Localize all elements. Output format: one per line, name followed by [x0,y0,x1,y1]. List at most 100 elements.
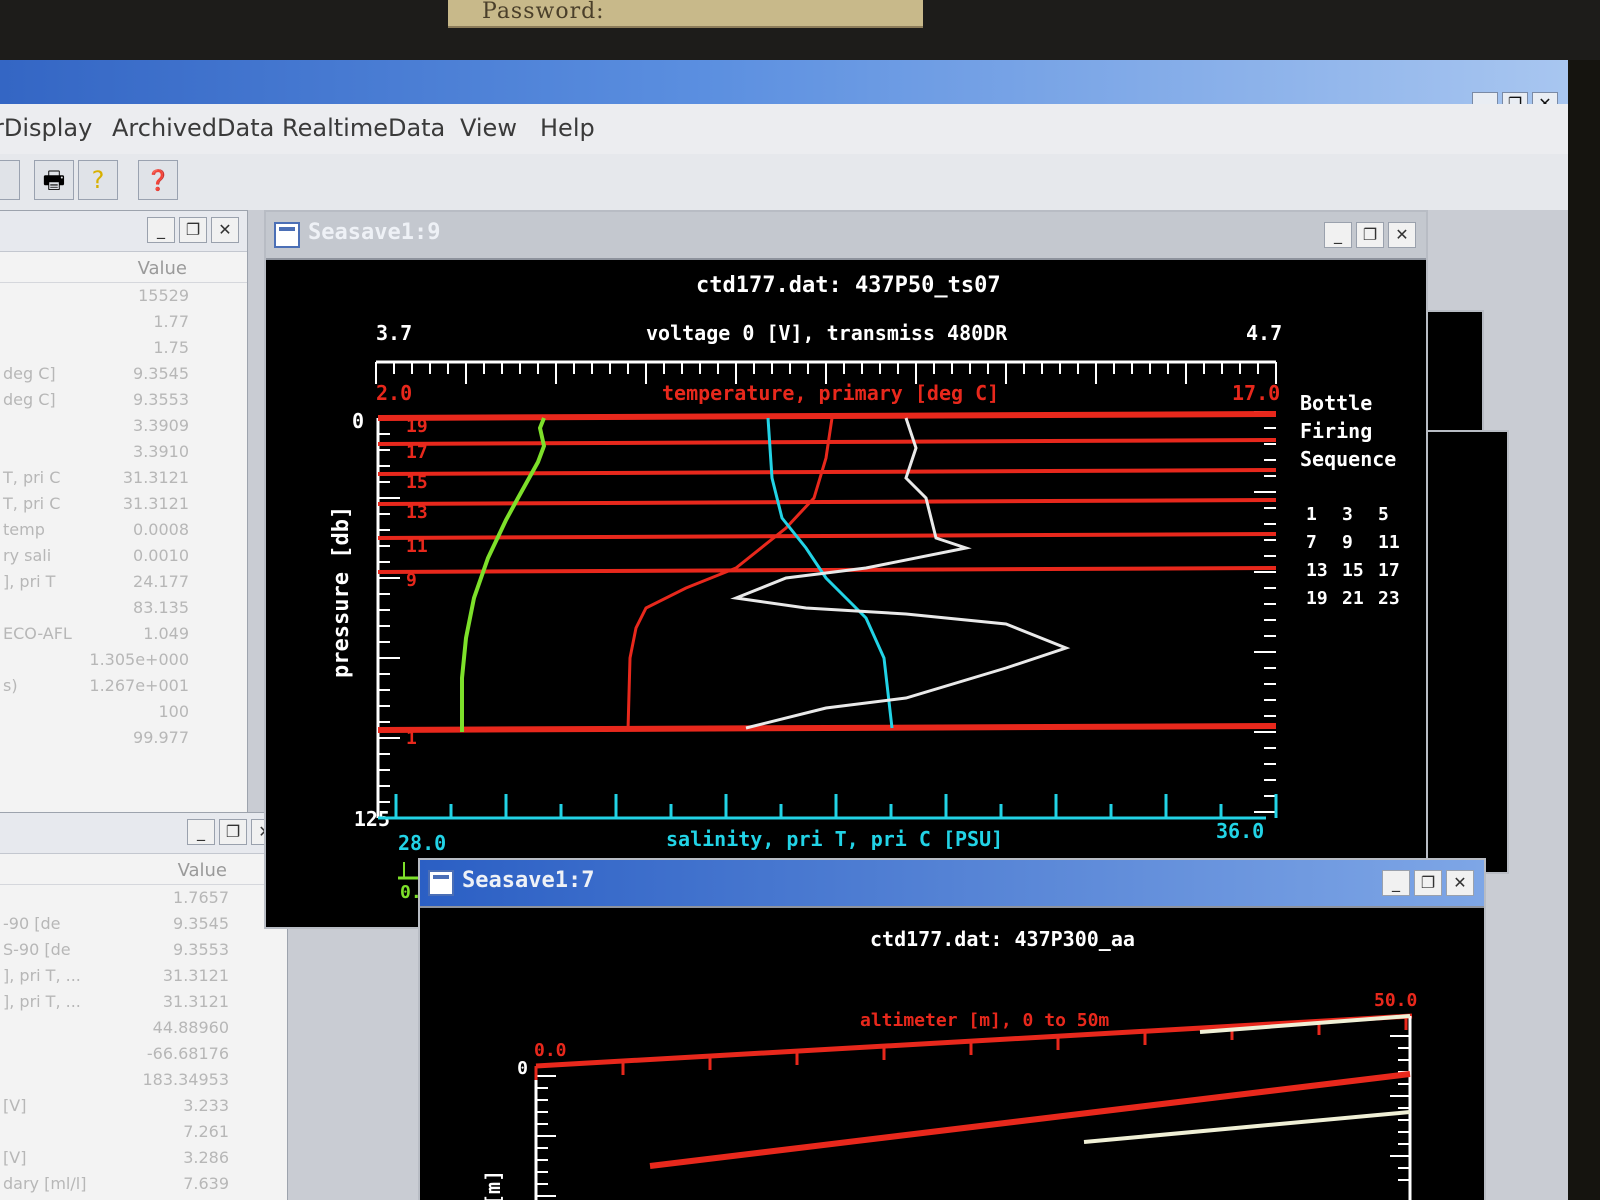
bottle-firing-line [377,532,1277,540]
plot-window-titlebar: Seasave1:9 _ ❐ ✕ [266,212,1426,260]
parameter-label: temp [3,520,45,539]
parameter-value: 1.049 [143,624,189,643]
list-item[interactable]: temp 0.0008 [0,517,247,543]
plot-minimize-button[interactable]: _ [1324,222,1352,248]
open-icon[interactable] [0,160,20,200]
menu-view[interactable]: View [460,114,517,142]
list-item[interactable]: 83.135 [0,595,247,621]
list-item[interactable]: 183.34953 [0,1067,287,1093]
list-item[interactable]: 1.75 [0,335,247,361]
parameter-label: [V] [3,1148,27,1167]
list-item[interactable]: [V] 3.233 [0,1093,287,1119]
altimeter-axis-label: altimeter [m], 0 to 50m [860,1010,1109,1031]
bottle-label: 9 [406,570,417,591]
bottle-legend-number: 7 [1306,532,1317,553]
list-item[interactable]: 3.3909 [0,413,247,439]
list-item[interactable]: ], pri T, ... 31.3121 [0,963,287,989]
parameter-value: 31.3121 [162,992,229,1011]
parameter-value: 1.267e+001 [89,676,189,695]
bottle-legend-number: 15 [1342,560,1364,581]
parameter-label: ], pri T [3,572,56,591]
y-axis-min: 0 [352,409,364,433]
list-item[interactable]: ry sali 0.0010 [0,543,247,569]
menu-archived-data[interactable]: ArchivedData [112,114,274,142]
y-axis-label: [m] [481,1170,505,1200]
menu-realtime-data[interactable]: RealtimeData [282,114,445,142]
context-help-icon[interactable]: ❓ [138,160,178,200]
plot-window-titlebar: Seasave1:7 _ ❐ ✕ [420,860,1484,908]
list-item[interactable]: 1.305e+000 [0,647,247,673]
panel-restore-button[interactable]: ❐ [179,217,207,243]
list-item[interactable]: 100 [0,699,247,725]
bottle-legend-number: 17 [1378,560,1400,581]
list-item[interactable]: 7.261 [0,1119,287,1145]
bottle-legend-number: 9 [1342,532,1353,553]
list-item[interactable]: 1.77 [0,309,247,335]
list-item[interactable]: 1.7657 [0,885,287,911]
parameter-value: 3.233 [183,1096,229,1115]
list-item[interactable]: ], pri T, ... 31.3121 [0,989,287,1015]
parameter-value: 1.7657 [173,888,229,907]
list-item[interactable]: deg C] 9.3545 [0,361,247,387]
top-axis-label: voltage 0 [V], transmiss 480DR [646,321,1008,345]
list-item[interactable]: dary [ml/l] 7.639 [0,1171,287,1197]
axis-ticks [534,1016,1410,1197]
list-item[interactable]: -66.68176 [0,1041,287,1067]
menu-help[interactable]: Help [540,114,595,142]
list-item[interactable]: 99.977 [0,725,247,751]
panel-minimize-button[interactable]: _ [187,819,215,845]
altimeter-axis-max: 50.0 [1374,990,1417,1011]
plot-minimize-button[interactable]: _ [1382,870,1410,896]
list-item[interactable]: deg C] 9.3553 [0,387,247,413]
bottle-legend-numbers: 1 3 57 9 1113 15 1719 21 23 [1306,504,1400,609]
panel-minimize-button[interactable]: _ [147,217,175,243]
bottle-legend-number: 3 [1342,504,1353,525]
print-icon[interactable]: 🖶 [34,160,74,200]
panel-close-button[interactable]: ✕ [211,217,239,243]
list-item[interactable]: 15529 [0,283,247,309]
parameter-value: 99.977 [133,728,189,747]
bottle-legend-title-1: Bottle [1300,391,1372,415]
bottle-legend-number: 19 [1306,588,1328,609]
list-item[interactable]: T, pri C 31.3121 [0,491,247,517]
bottle-label: 11 [406,536,428,557]
bottle-firing-line [377,468,1277,476]
parameter-value: 31.3121 [122,468,189,487]
sticky-note-text: Password: [482,0,605,24]
list-item[interactable]: S-90 [de 9.3553 [0,937,287,963]
help-icon[interactable]: ? [78,160,118,200]
parameter-value: 0.0008 [133,520,189,539]
parameter-value: 31.3121 [162,966,229,985]
plot-close-button[interactable]: ✕ [1388,222,1416,248]
plot-restore-button[interactable]: ❐ [1414,870,1442,896]
list-item[interactable]: 3.3910 [0,439,247,465]
panel-restore-button[interactable]: ❐ [219,819,247,845]
list-item[interactable]: ECO-AFL 1.049 [0,621,247,647]
password-sticky-note: Password: [448,0,923,28]
menu-display[interactable]: rDisplay [0,114,92,142]
bottle-firing-line [377,498,1277,506]
list-item[interactable]: -90 [de 9.3545 [0,911,287,937]
y-axis-label: pressure [db] [329,506,354,678]
parameter-value: 9.3545 [173,914,229,933]
plot-close-button[interactable]: ✕ [1446,870,1474,896]
plot-restore-button[interactable]: ❐ [1356,222,1384,248]
parameter-label: deg C] [3,364,56,383]
list-item[interactable]: ], pri T 24.177 [0,569,247,595]
bottle-label: 1 [406,728,417,749]
parameter-value: 1.75 [153,338,189,357]
list-item[interactable]: T, pri C 31.3121 [0,465,247,491]
bottle-legend-number: 1 [1306,504,1317,525]
parameter-label: ], pri T, ... [3,966,81,985]
column-header: Value [0,854,287,885]
parameter-label: ry sali [3,546,52,565]
list-item[interactable]: s) 1.267e+001 [0,673,247,699]
bottle-label: 13 [406,502,428,523]
list-item[interactable]: 44.88960 [0,1015,287,1041]
window-icon [428,870,454,896]
list-item[interactable]: [V] 3.286 [0,1145,287,1171]
parameter-label: ], pri T, ... [3,992,81,1011]
value-column-header: Value [177,860,227,881]
parameter-label: [V] [3,1096,27,1115]
temp-axis-min: 2.0 [376,381,412,405]
